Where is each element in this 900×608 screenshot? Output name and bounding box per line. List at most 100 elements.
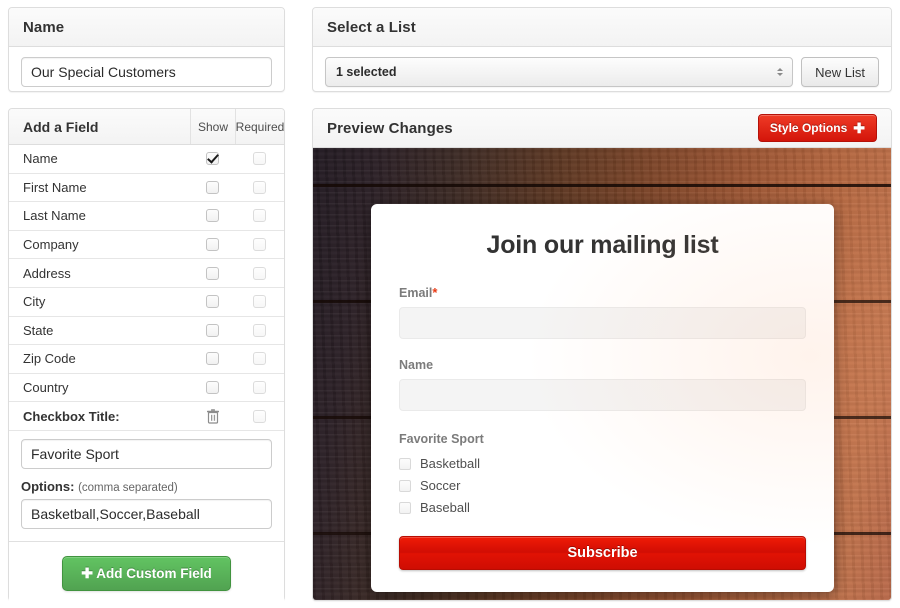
field-row-list: NameFirst NameLast NameCompanyAddressCit… xyxy=(9,145,284,402)
form-checkbox-option-label: Soccer xyxy=(420,478,460,493)
subscribe-button[interactable]: Subscribe xyxy=(399,536,806,570)
required-cell[interactable] xyxy=(235,381,284,394)
custom-field-required-cell[interactable] xyxy=(235,410,284,423)
add-custom-field-area: ✚ Add Custom Field xyxy=(9,542,284,605)
options-label-text: Options: xyxy=(21,479,74,494)
required-cell[interactable] xyxy=(235,267,284,280)
table-row: City xyxy=(9,288,284,317)
checkbox-required-custom-field[interactable] xyxy=(253,410,266,423)
form-checkbox-group: Favorite Sport Basketball Soccer Baseball xyxy=(399,432,806,518)
form-checkbox-option-label: Baseball xyxy=(420,500,470,515)
list-select-value: 1 selected xyxy=(336,65,396,79)
checkbox-required-city[interactable] xyxy=(253,295,266,308)
show-cell[interactable] xyxy=(190,381,235,394)
checkbox-show-city[interactable] xyxy=(206,295,219,308)
add-custom-field-button[interactable]: ✚ Add Custom Field xyxy=(62,556,230,591)
list-name-input[interactable] xyxy=(21,57,272,87)
form-checkbox-option[interactable]: Basketball xyxy=(399,453,806,474)
checkbox-soccer[interactable] xyxy=(399,480,411,492)
show-cell[interactable] xyxy=(190,295,235,308)
field-label: Zip Code xyxy=(9,351,190,366)
style-options-label: Style Options xyxy=(770,121,847,135)
custom-field-editor: Options: (comma separated) xyxy=(9,431,284,542)
field-label: Company xyxy=(9,237,190,252)
checkbox-basketball[interactable] xyxy=(399,458,411,470)
form-field-label-name: Name xyxy=(399,358,806,372)
form-checkbox-group-label: Favorite Sport xyxy=(399,432,806,446)
style-options-button[interactable]: Style Options ✚ xyxy=(758,114,877,142)
checkbox-show-state[interactable] xyxy=(206,324,219,337)
checkbox-show-name[interactable] xyxy=(206,152,219,165)
checkbox-show-address[interactable] xyxy=(206,267,219,280)
form-name-input[interactable] xyxy=(399,379,806,411)
table-row: Company xyxy=(9,231,284,260)
table-row: First Name xyxy=(9,174,284,203)
checkbox-show-company[interactable] xyxy=(206,238,219,251)
checkbox-baseball[interactable] xyxy=(399,502,411,514)
required-cell[interactable] xyxy=(235,181,284,194)
form-checkbox-options: Basketball Soccer Baseball xyxy=(399,453,806,518)
custom-field-options-label: Options: (comma separated) xyxy=(21,479,272,494)
page-root: Name Add a Field Show Required Name First… xyxy=(0,0,900,608)
show-cell[interactable] xyxy=(190,238,235,251)
select-a-list-title: Select a List xyxy=(327,19,416,36)
required-cell[interactable] xyxy=(235,209,284,222)
form-field-label-email: Email* xyxy=(399,286,806,300)
checkbox-required-country[interactable] xyxy=(253,381,266,394)
checkbox-required-state[interactable] xyxy=(253,324,266,337)
form-checkbox-option[interactable]: Baseball xyxy=(399,497,806,518)
plus-icon: ✚ xyxy=(81,565,93,581)
form-email-input[interactable] xyxy=(399,307,806,339)
show-cell[interactable] xyxy=(190,152,235,165)
table-row: Name xyxy=(9,145,284,174)
custom-field-options-input[interactable] xyxy=(21,499,272,529)
checkbox-required-address[interactable] xyxy=(253,267,266,280)
checkbox-required-company[interactable] xyxy=(253,238,266,251)
required-cell[interactable] xyxy=(235,238,284,251)
preview-changes-header: Preview Changes Style Options ✚ xyxy=(313,109,891,148)
column-header-show: Show xyxy=(190,109,235,144)
list-select[interactable]: 1 selected xyxy=(325,57,793,87)
required-cell[interactable] xyxy=(235,295,284,308)
new-list-button[interactable]: New List xyxy=(801,57,879,87)
field-label: City xyxy=(9,294,190,309)
add-a-field-panel: Add a Field Show Required Name First Name… xyxy=(8,108,285,601)
name-panel-title: Name xyxy=(23,19,64,36)
required-cell[interactable] xyxy=(235,352,284,365)
table-row: Country xyxy=(9,374,284,403)
plus-icon: ✚ xyxy=(853,121,865,135)
checkbox-required-last-name[interactable] xyxy=(253,209,266,222)
show-cell[interactable] xyxy=(190,181,235,194)
checkbox-show-country[interactable] xyxy=(206,381,219,394)
add-a-field-header: Add a Field Show Required xyxy=(9,109,284,145)
add-custom-field-label: Add Custom Field xyxy=(96,566,212,581)
select-a-list-body: 1 selected New List xyxy=(313,47,891,97)
custom-field-delete-cell[interactable] xyxy=(190,409,235,424)
checkbox-show-last-name[interactable] xyxy=(206,209,219,222)
required-cell[interactable] xyxy=(235,152,284,165)
form-checkbox-option[interactable]: Soccer xyxy=(399,475,806,496)
table-row: Address xyxy=(9,259,284,288)
checkbox-required-first-name[interactable] xyxy=(253,181,266,194)
preview-changes-panel: Preview Changes Style Options ✚ Join our… xyxy=(312,108,892,601)
checkbox-required-zip-code[interactable] xyxy=(253,352,266,365)
select-a-list-header: Select a List xyxy=(313,8,891,47)
checkbox-show-first-name[interactable] xyxy=(206,181,219,194)
custom-field-title-input[interactable] xyxy=(21,439,272,469)
name-panel-body xyxy=(9,47,284,97)
show-cell[interactable] xyxy=(190,352,235,365)
signup-form-card: Join our mailing list Email* Name Favori… xyxy=(371,204,834,592)
add-a-field-title: Add a Field xyxy=(9,119,190,135)
name-panel: Name xyxy=(8,7,285,92)
required-cell[interactable] xyxy=(235,324,284,337)
options-label-hint: (comma separated) xyxy=(78,482,178,494)
show-cell[interactable] xyxy=(190,324,235,337)
form-field-label-email-text: Email xyxy=(399,286,432,300)
trash-icon[interactable] xyxy=(206,409,220,424)
show-cell[interactable] xyxy=(190,267,235,280)
field-label: First Name xyxy=(9,180,190,195)
checkbox-required-name[interactable] xyxy=(253,152,266,165)
show-cell[interactable] xyxy=(190,209,235,222)
checkbox-show-zip-code[interactable] xyxy=(206,352,219,365)
table-row: State xyxy=(9,317,284,346)
